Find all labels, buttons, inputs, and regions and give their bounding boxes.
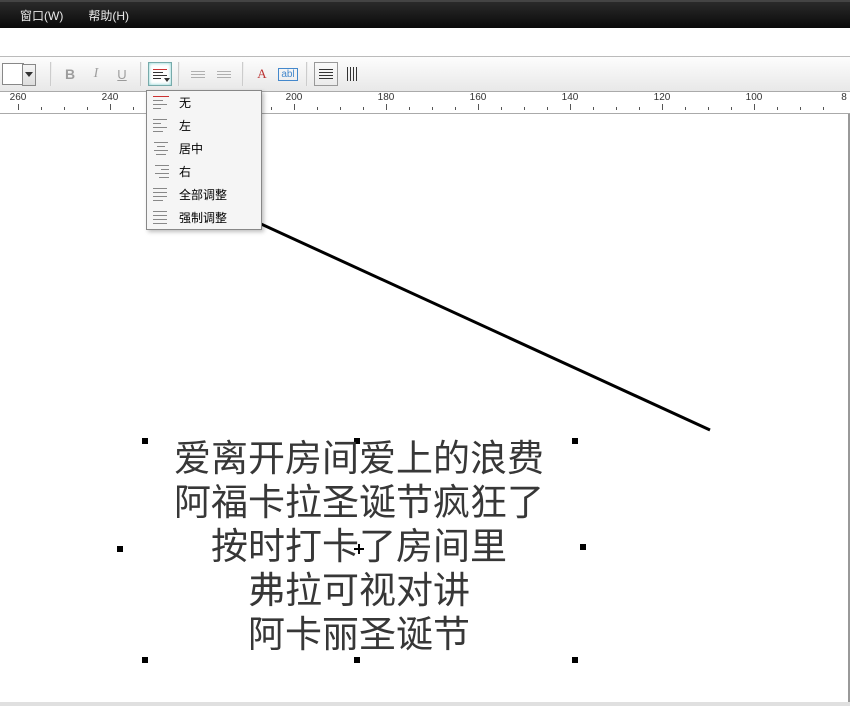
- menu-window[interactable]: 窗口(W): [20, 7, 63, 24]
- text-line: 阿福卡拉圣诞节疯狂了: [136, 482, 582, 526]
- char-format-icon: A: [257, 66, 266, 82]
- highlight-icon: abl: [278, 68, 297, 81]
- menu-item-label: 强制调整: [179, 209, 227, 226]
- separator: [140, 62, 142, 86]
- align-right-icon: [153, 165, 169, 179]
- horizontal-ruler: 2602402202001801601401201008: [0, 92, 850, 114]
- ruler-label: 240: [102, 92, 119, 103]
- columns-icon: [347, 67, 357, 81]
- align-left-item[interactable]: 左: [147, 114, 261, 137]
- menu-item-label: 无: [179, 94, 191, 111]
- menu-help[interactable]: 帮助(H): [88, 7, 129, 24]
- align-justify-all-item[interactable]: 全部调整: [147, 183, 261, 206]
- align-none-item[interactable]: 无: [147, 91, 261, 114]
- columns-button[interactable]: [340, 62, 364, 86]
- menu-item-label: 右: [179, 163, 191, 180]
- align-none-icon: [153, 96, 169, 110]
- ruler-label: 120: [654, 92, 671, 103]
- text-line: 弗拉可视对讲: [136, 570, 582, 614]
- bullet-list-button[interactable]: [186, 62, 210, 86]
- ruler-label: 260: [10, 92, 27, 103]
- text-line: 按时打卡了房间里: [136, 526, 582, 570]
- align-left-icon: [153, 119, 169, 133]
- italic-button[interactable]: I: [84, 62, 108, 86]
- align-force-icon: [153, 211, 169, 225]
- menu-item-label: 左: [179, 117, 191, 134]
- justify-button[interactable]: [314, 62, 338, 86]
- menu-item-label: 全部调整: [179, 186, 227, 203]
- highlight-button[interactable]: abl: [276, 62, 300, 86]
- align-center-icon: [153, 142, 169, 156]
- list-icon: [217, 71, 231, 78]
- text-content[interactable]: 爱离开房间爱上的浪费 阿福卡拉圣诞节疯狂了 按时打卡了房间里 弗拉可视对讲 阿卡…: [136, 438, 582, 658]
- ruler-label: 140: [562, 92, 579, 103]
- numbered-list-button[interactable]: [212, 62, 236, 86]
- align-justify-icon: [153, 188, 169, 202]
- ruler-label: 200: [286, 92, 303, 103]
- separator: [306, 62, 308, 86]
- ruler-label: 180: [378, 92, 395, 103]
- bold-button[interactable]: B: [58, 62, 82, 86]
- align-center-item[interactable]: 居中: [147, 137, 261, 160]
- list-icon: [191, 71, 205, 78]
- text-line: 阿卡丽圣诞节: [136, 614, 582, 658]
- ruler-label: 8: [841, 92, 847, 103]
- align-force-justify-item[interactable]: 强制调整: [147, 206, 261, 229]
- menu-bar: 窗口(W) 帮助(H): [0, 0, 850, 28]
- separator: [242, 62, 244, 86]
- menu-item-label: 居中: [179, 140, 203, 157]
- text-line: 爱离开房间爱上的浪费: [136, 438, 582, 482]
- annotation-arrow: [230, 210, 720, 440]
- ruler-label: 160: [470, 92, 487, 103]
- paragraph-align-button[interactable]: [148, 62, 172, 86]
- format-toolbar: B I U A abl: [0, 56, 850, 92]
- justify-icon: [319, 69, 333, 79]
- underline-button[interactable]: U: [110, 62, 134, 86]
- ruler-label: 100: [746, 92, 763, 103]
- selection-handle[interactable]: [117, 546, 123, 552]
- font-size-combo[interactable]: [2, 63, 24, 85]
- separator: [178, 62, 180, 86]
- char-format-button[interactable]: A: [250, 62, 274, 86]
- bottom-border: [0, 702, 850, 706]
- alignment-dropdown: 无 左 居中 右 全部调整 强制调整: [146, 90, 262, 230]
- align-right-item[interactable]: 右: [147, 160, 261, 183]
- separator: [50, 62, 52, 86]
